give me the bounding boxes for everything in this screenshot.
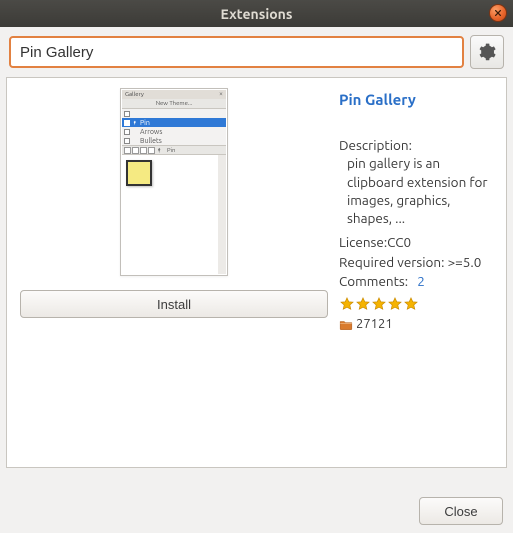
license-row: License:CC0 [339, 233, 498, 251]
description-text: pin gallery is an clipboard extension fo… [339, 154, 498, 227]
comments-row: Comments: 2 [339, 272, 498, 290]
left-column: Gallery × New Theme... Pin [19, 88, 329, 334]
thumb-canvas [122, 155, 226, 274]
comments-label: Comments: [339, 273, 408, 289]
license-value: CC0 [387, 234, 411, 250]
install-button[interactable]: Install [20, 290, 328, 318]
settings-button[interactable] [470, 35, 504, 69]
star-icon [339, 296, 355, 312]
screenshot-thumbnail: Gallery × New Theme... Pin [120, 88, 228, 276]
folder-icon [339, 319, 353, 331]
close-button[interactable]: Close [419, 497, 503, 525]
pin-icon [156, 147, 163, 154]
gear-icon [477, 42, 497, 62]
star-icon [387, 296, 403, 312]
star-icon [371, 296, 387, 312]
required-version-row: Required version: >=5.0 [339, 253, 498, 271]
thumb-toolbar: Pin [122, 145, 226, 155]
window-title: Extensions [221, 6, 293, 22]
thumb-row: Bullets [122, 136, 226, 145]
title-bar: Extensions [0, 0, 513, 27]
star-icon [403, 296, 419, 312]
close-icon [494, 9, 502, 17]
search-input[interactable] [9, 36, 464, 68]
description-label: Description: [339, 136, 498, 154]
thumb-row: Arrows [122, 127, 226, 136]
sticky-note-icon [126, 160, 152, 186]
thumb-close-icon: × [219, 90, 223, 98]
thumb-panel-title: Gallery [125, 91, 144, 98]
rating-stars [339, 296, 498, 312]
thumb-new-theme: New Theme... [122, 99, 226, 109]
footer: Close [419, 497, 503, 525]
downloads-row: 27121 [339, 316, 498, 334]
downloads-count: 27121 [356, 316, 393, 334]
star-icon [355, 296, 371, 312]
thumb-row-selected: Pin [122, 118, 226, 127]
window-close-button[interactable] [489, 4, 507, 22]
search-row [0, 27, 513, 77]
comments-link[interactable]: 2 [417, 273, 425, 289]
details-column: Pin Gallery Description: pin gallery is … [339, 88, 498, 334]
thumb-row [122, 109, 226, 118]
pin-icon [132, 120, 138, 126]
extension-title: Pin Gallery [339, 90, 498, 110]
required-version-label: Required version: [339, 254, 444, 270]
required-version-value: >=5.0 [448, 254, 482, 270]
content-panel: Gallery × New Theme... Pin [6, 77, 507, 468]
license-label: License: [339, 234, 387, 250]
